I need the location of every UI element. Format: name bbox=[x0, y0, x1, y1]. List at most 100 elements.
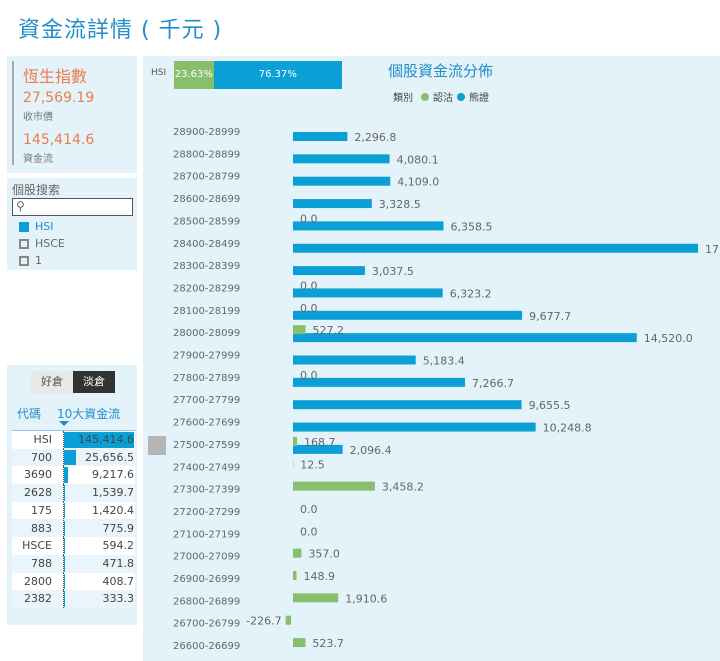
row-code: 3690 bbox=[24, 468, 52, 482]
put-bar bbox=[293, 154, 390, 164]
row-code: 700 bbox=[31, 450, 52, 464]
row-value-cell: 775.9 bbox=[63, 519, 135, 538]
checkbox-1[interactable] bbox=[19, 256, 29, 266]
category-label: 28300-28399 bbox=[173, 261, 240, 272]
put-value-label: 4,109.0 bbox=[397, 176, 439, 189]
kpi-name: 恆生指數 bbox=[23, 67, 88, 86]
row-value-bar bbox=[64, 502, 65, 519]
call-value-label: 0.0 bbox=[300, 525, 318, 538]
category-label: 27800-27899 bbox=[173, 373, 240, 384]
search-input[interactable]: ⚲ bbox=[12, 198, 133, 216]
call-bar bbox=[285, 615, 291, 625]
category-label: 26800-26899 bbox=[173, 596, 240, 607]
tab-short[interactable]: 淡倉 bbox=[73, 371, 115, 393]
put-bar bbox=[293, 243, 698, 253]
call-value-label: 1,910.6 bbox=[345, 592, 387, 605]
row-code: 2628 bbox=[24, 486, 52, 500]
put-bar bbox=[293, 176, 391, 186]
row-code: 883 bbox=[31, 521, 52, 535]
row-value-bar bbox=[64, 485, 65, 501]
row-value: 471.8 bbox=[102, 556, 135, 570]
row-value-bar bbox=[64, 449, 77, 466]
put-value-label: 2,096.4 bbox=[350, 444, 392, 457]
put-value-label: 7,266.7 bbox=[472, 377, 514, 390]
table-row[interactable]: 883 775.9 bbox=[12, 519, 135, 538]
put-value-label: 3,037.5 bbox=[372, 265, 414, 278]
category-label: 28400-28499 bbox=[173, 239, 240, 250]
call-bar bbox=[293, 571, 297, 580]
row-value: 145,414.6 bbox=[78, 433, 134, 446]
category-label: 28700-28799 bbox=[173, 172, 240, 183]
col-value-header[interactable]: 10大資金流 bbox=[57, 405, 120, 422]
col-code-header[interactable]: 代碼 bbox=[17, 405, 41, 422]
put-bar bbox=[293, 266, 365, 276]
put-bar bbox=[293, 355, 416, 365]
table-row[interactable]: 3690 9,217.6 bbox=[12, 466, 135, 485]
row-value-bar bbox=[64, 467, 69, 484]
put-value-label: 9,655.5 bbox=[529, 399, 571, 412]
row-value: 9,217.6 bbox=[92, 468, 134, 482]
category-label: 26700-26799 bbox=[173, 619, 240, 630]
kpi-card: 恆生指數 27,569.19 收市價 145,414.6 資金流 bbox=[7, 56, 137, 173]
table-row[interactable]: HSCE 594.2 bbox=[12, 537, 135, 555]
put-value-label: 4,080.1 bbox=[397, 153, 439, 166]
row-value-cell: 25,656.5 bbox=[63, 448, 134, 467]
category-label: 27500-27599 bbox=[173, 440, 240, 451]
call-bar bbox=[293, 436, 297, 446]
row-value-cell: 9,217.6 bbox=[63, 466, 134, 485]
checkbox-hsi[interactable] bbox=[19, 222, 29, 232]
table-row[interactable]: 700 25,656.5 bbox=[12, 448, 135, 467]
row-value-cell: 145,414.6 bbox=[63, 431, 134, 449]
search-label: 個股搜索 bbox=[12, 183, 61, 197]
row-value-cell: 594.2 bbox=[63, 537, 134, 555]
category-label: 26600-26699 bbox=[173, 641, 240, 652]
put-value-label: 6,323.2 bbox=[450, 287, 492, 300]
call-value-label: 0.0 bbox=[300, 503, 318, 516]
category-label: 28200-28299 bbox=[173, 283, 240, 294]
call-value-label: 523.7 bbox=[312, 637, 344, 650]
put-value-label: 9,677.7 bbox=[529, 310, 571, 323]
call-bar bbox=[293, 325, 306, 335]
option-hsi[interactable]: HSI bbox=[35, 220, 54, 233]
call-value-label: 148.9 bbox=[304, 570, 336, 583]
category-label: 28800-28899 bbox=[173, 149, 240, 160]
accent-bar bbox=[12, 61, 14, 165]
category-label: 27900-27999 bbox=[173, 351, 240, 362]
table-row[interactable]: 175 1,420.4 bbox=[12, 501, 135, 520]
category-label: 27400-27499 bbox=[173, 462, 240, 473]
table-row[interactable]: 788 471.8 bbox=[12, 554, 135, 573]
category-label: 28500-28599 bbox=[173, 216, 240, 227]
put-bar bbox=[293, 422, 536, 432]
option-1[interactable]: 1 bbox=[35, 254, 42, 267]
category-label: 27000-27099 bbox=[173, 552, 240, 563]
sort-desc-icon[interactable] bbox=[59, 421, 69, 426]
tab-long[interactable]: 好倉 bbox=[31, 371, 73, 393]
search-icon: ⚲ bbox=[16, 199, 25, 213]
row-value-cell: 471.8 bbox=[63, 554, 135, 573]
top10-panel: 好倉 淡倉 代碼 10大資金流 HSI 145,414.6 700 25,656.5 3… bbox=[7, 365, 137, 625]
category-label: 28000-28099 bbox=[173, 328, 240, 339]
row-code: HSI bbox=[33, 433, 53, 446]
kpi-flow: 145,414.6 bbox=[23, 132, 95, 148]
call-value-label: 12.5 bbox=[300, 458, 325, 471]
category-label: 27600-27699 bbox=[173, 418, 240, 429]
bar-chart: 28900-28999 2,296.8 28800-28899 4,080.1 2870… bbox=[173, 127, 720, 652]
put-bar bbox=[293, 310, 523, 320]
row-value-cell: 1,420.4 bbox=[63, 501, 134, 520]
table-row[interactable]: HSI 145,414.6 bbox=[12, 431, 135, 449]
row-value: 775.9 bbox=[102, 521, 135, 535]
row-code: HSCE bbox=[22, 539, 52, 553]
put-value-label: 17,108.2 bbox=[705, 243, 720, 256]
table-row[interactable]: 2382 333.3 bbox=[12, 590, 135, 608]
category-label: 27700-27799 bbox=[173, 395, 240, 406]
put-value-label: 14,520.0 bbox=[644, 332, 693, 345]
option-hsce[interactable]: HSCE bbox=[35, 237, 65, 250]
row-value-cell: 408.7 bbox=[63, 572, 134, 591]
table-row[interactable]: 2628 1,539.7 bbox=[12, 484, 135, 502]
put-bar bbox=[293, 377, 466, 387]
call-value-label: 3,458.2 bbox=[382, 481, 424, 494]
checkbox-hsce[interactable] bbox=[19, 239, 29, 249]
row-value: 1,420.4 bbox=[92, 503, 134, 517]
table-row[interactable]: 2800 408.7 bbox=[12, 572, 135, 591]
put-value-label: 10,248.8 bbox=[543, 422, 592, 435]
